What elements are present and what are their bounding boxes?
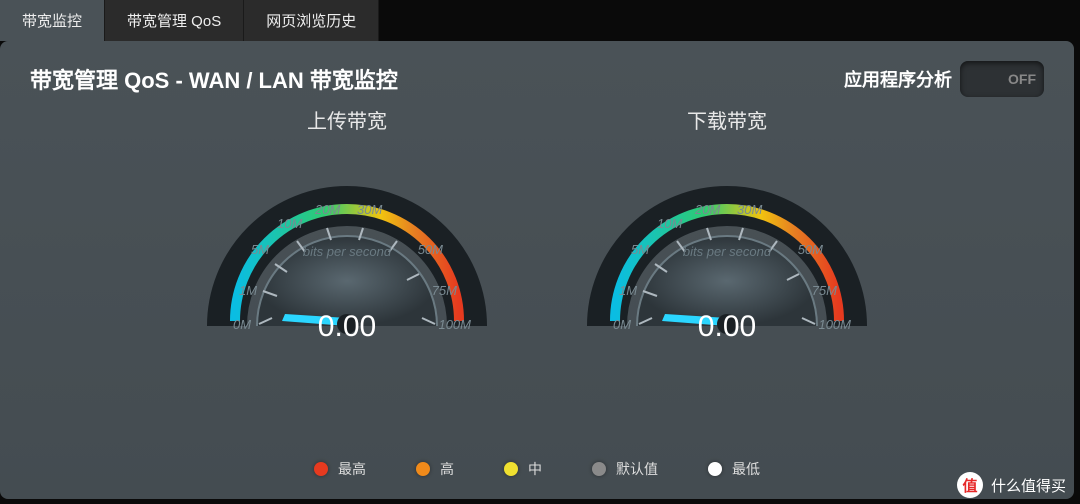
toggle-label: 应用程序分析 — [844, 66, 952, 92]
gauge-upload-value: 0.00 — [318, 310, 376, 344]
watermark-badge-icon: 值 — [957, 472, 983, 498]
tick-0m: 0M — [233, 317, 251, 332]
legend-highest: 最高 — [314, 459, 366, 479]
legend-high-label: 高 — [440, 459, 454, 479]
tick-1m: 1M — [239, 283, 257, 298]
tick-75m: 75M — [432, 283, 457, 298]
tab-bar: 带宽监控 带宽管理 QoS 网页浏览历史 — [0, 0, 1080, 41]
legend-lowest-label: 最低 — [732, 459, 760, 479]
tick-10m: 10M — [657, 216, 682, 231]
tick-30m: 30M — [737, 202, 762, 217]
page-title: 带宽管理 QoS - WAN / LAN 带宽监控 — [30, 63, 398, 95]
tick-10m: 10M — [277, 216, 302, 231]
watermark: 值 什么值得买 — [957, 472, 1066, 498]
legend-default: 默认值 — [592, 459, 658, 479]
legend-high: 高 — [416, 459, 454, 479]
gauge-download-dial: 0M 1M 5M 10M 20M 30M 50M 75M 100M bits p… — [577, 146, 877, 346]
priority-legend: 最高 高 中 默认值 最低 — [30, 451, 1044, 479]
dot-default-icon — [592, 462, 606, 476]
tick-75m: 75M — [812, 283, 837, 298]
tick-100m: 100M — [438, 317, 471, 332]
dot-medium-icon — [504, 462, 518, 476]
watermark-text: 什么值得买 — [991, 475, 1066, 496]
tick-5m: 5M — [631, 242, 649, 257]
legend-default-label: 默认值 — [616, 459, 658, 479]
legend-lowest: 最低 — [708, 459, 760, 479]
tick-50m: 50M — [418, 242, 443, 257]
tab-web-history[interactable]: 网页浏览历史 — [244, 0, 379, 41]
dot-lowest-icon — [708, 462, 722, 476]
main-panel: 带宽管理 QoS - WAN / LAN 带宽监控 应用程序分析 OFF 上传带… — [0, 41, 1074, 499]
tab-bandwidth-monitor[interactable]: 带宽监控 — [0, 0, 105, 41]
gauge-upload-title: 上传带宽 — [307, 105, 387, 134]
tick-30m: 30M — [357, 202, 382, 217]
app-analysis-toggle[interactable]: OFF — [960, 61, 1044, 97]
tick-1m: 1M — [619, 283, 637, 298]
legend-medium-label: 中 — [528, 459, 542, 479]
dot-highest-icon — [314, 462, 328, 476]
tick-50m: 50M — [798, 242, 823, 257]
gauge-download-unit: bits per second — [683, 244, 771, 259]
dot-high-icon — [416, 462, 430, 476]
tab-qos[interactable]: 带宽管理 QoS — [105, 0, 244, 41]
tick-20m: 20M — [695, 202, 720, 217]
gauge-upload-dial: 0M 1M 5M 10M 20M 30M 50M 75M 100M bits p… — [197, 146, 497, 346]
tick-5m: 5M — [251, 242, 269, 257]
gauge-upload-unit: bits per second — [303, 244, 391, 259]
legend-highest-label: 最高 — [338, 459, 366, 479]
legend-medium: 中 — [504, 459, 542, 479]
tick-0m: 0M — [613, 317, 631, 332]
gauge-download: 下载带宽 0M 1M — [577, 105, 877, 451]
tick-20m: 20M — [315, 202, 340, 217]
gauge-download-value: 0.00 — [698, 310, 756, 344]
tick-100m: 100M — [818, 317, 851, 332]
gauge-download-title: 下载带宽 — [687, 105, 767, 134]
gauge-upload: 上传带宽 — [197, 105, 497, 451]
